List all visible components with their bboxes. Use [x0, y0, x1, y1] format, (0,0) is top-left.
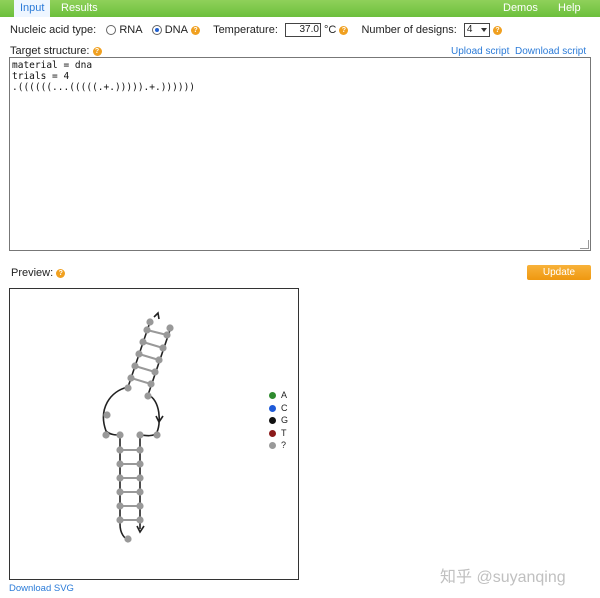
legend-item: A: [269, 389, 288, 402]
preview-label: Preview:: [11, 267, 54, 279]
target-structure-label: Target structure:: [10, 45, 90, 57]
help-icon[interactable]: ?: [191, 25, 200, 35]
structure-diagram: [102, 311, 174, 543]
upload-script-link[interactable]: Upload script: [451, 46, 509, 57]
settings-row: Nucleic acid type: RNA DNA ? Temperature…: [10, 22, 502, 38]
help-icon[interactable]: ?: [492, 25, 502, 35]
help-icon[interactable]: ?: [56, 268, 66, 278]
script-line: material = dna: [12, 60, 93, 71]
temperature-input[interactable]: 37.0: [284, 23, 321, 38]
preview-heading: Preview: ?: [11, 267, 66, 279]
help-icon[interactable]: ?: [92, 46, 102, 56]
legend-item: T: [269, 427, 288, 440]
legend-item: G: [269, 414, 288, 427]
structure-preview: [9, 288, 299, 580]
target-structure-textarea[interactable]: material = dna trials = 4 .((((((...((((…: [9, 57, 591, 251]
legend-label: T: [281, 427, 287, 438]
legend-label: G: [281, 415, 289, 425]
help-icon[interactable]: ?: [339, 25, 349, 35]
help-link[interactable]: Help: [552, 0, 587, 17]
legend-item: C: [269, 402, 288, 415]
legend-label: A: [281, 390, 288, 400]
base-legend: A C G T ?: [269, 389, 288, 452]
script-line: .((((((...(((((.+.))))).+.)))))): [12, 82, 196, 93]
temperature-unit: °C: [324, 24, 337, 37]
target-structure-heading: Target structure: ?: [10, 45, 102, 57]
rna-label[interactable]: RNA: [119, 24, 142, 36]
designs-select[interactable]: 4: [463, 23, 490, 38]
legend-dot: [269, 417, 276, 425]
legend-label: ?: [281, 440, 287, 450]
legend-item: ?: [269, 439, 288, 452]
rna-radio[interactable]: [106, 25, 117, 36]
script-line: trials = 4: [12, 71, 70, 82]
legend-dot: [269, 429, 276, 437]
designs-value: 4: [466, 24, 473, 36]
tab-results[interactable]: Results: [55, 0, 104, 17]
legend-dot: [269, 404, 276, 412]
resize-handle[interactable]: [580, 240, 589, 249]
download-svg-link[interactable]: Download SVG: [9, 583, 74, 594]
legend-dot: [269, 392, 276, 400]
update-button[interactable]: Update: [527, 265, 591, 280]
top-nav-bar: Input Results Demos Help: [0, 0, 600, 17]
legend-label: C: [281, 402, 288, 413]
nucleic-acid-label: Nucleic acid type:: [10, 24, 97, 37]
temperature-label: Temperature:: [213, 24, 278, 37]
tab-input[interactable]: Input: [14, 0, 51, 17]
designs-label: Number of designs:: [361, 24, 457, 37]
demos-link[interactable]: Demos: [497, 0, 544, 17]
download-script-link[interactable]: Download script: [515, 46, 586, 57]
watermark: 知乎 @suyanqing: [440, 569, 566, 586]
chevron-down-icon: [480, 28, 487, 33]
legend-dot: [269, 442, 276, 450]
dna-label[interactable]: DNA: [165, 24, 188, 36]
dna-radio[interactable]: [151, 25, 162, 36]
